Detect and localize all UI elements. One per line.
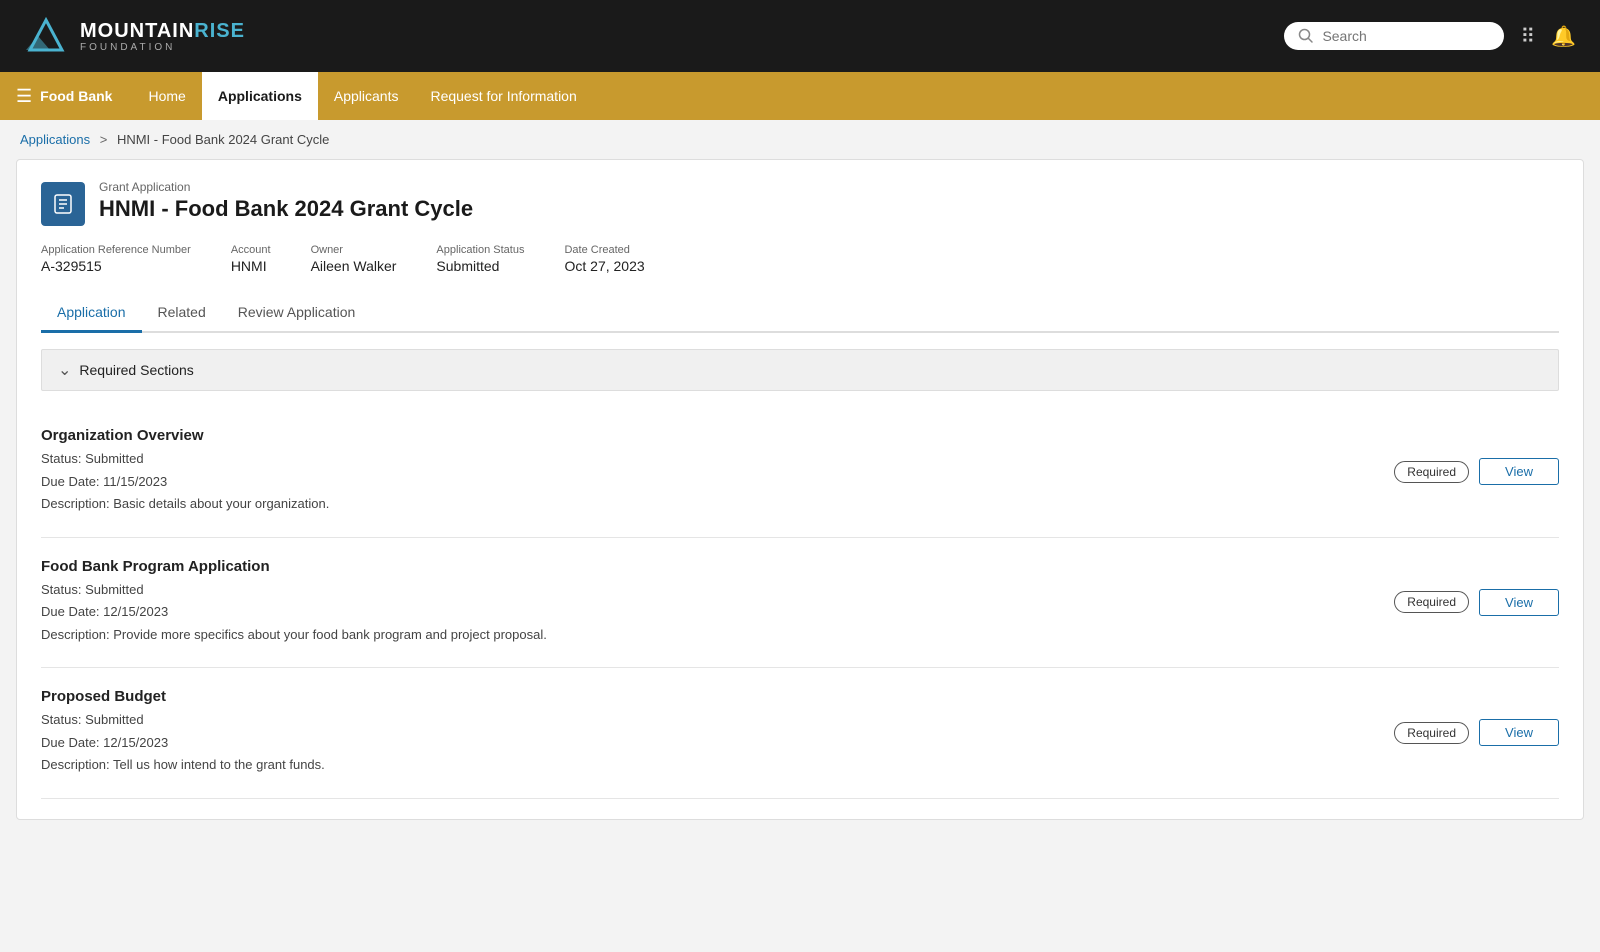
app-icon [41, 182, 85, 226]
meta-owner: Owner Aileen Walker [311, 244, 397, 274]
breadcrumb-separator: > [100, 132, 108, 147]
brand-sub: FOUNDATION [80, 42, 245, 53]
meta-status-value: Submitted [436, 258, 524, 274]
tab-application[interactable]: Application [41, 294, 142, 333]
meta-ref-num-value: A-329515 [41, 258, 191, 274]
meta-account-label: Account [231, 244, 271, 256]
badge-required-org-overview: Required [1394, 461, 1469, 483]
meta-owner-label: Owner [311, 244, 397, 256]
section-status-org-overview: Status: Submitted [41, 449, 329, 469]
grid-icon[interactable]: ⠿ [1520, 24, 1535, 49]
nav-item-rfi[interactable]: Request for Information [414, 72, 592, 120]
grant-title: HNMI - Food Bank 2024 Grant Cycle [99, 196, 473, 222]
logo-icon [24, 14, 68, 58]
main-card: Grant Application HNMI - Food Bank 2024 … [16, 159, 1584, 820]
notification-bell-icon[interactable]: 🔔 [1551, 24, 1576, 49]
badge-required-food-bank-program: Required [1394, 591, 1469, 613]
required-sections-label: Required Sections [79, 362, 193, 378]
nav-item-home[interactable]: Home [132, 72, 201, 120]
grant-label: Grant Application [99, 180, 473, 194]
meta-status: Application Status Submitted [436, 244, 524, 274]
top-nav-right: ⠿ 🔔 [1284, 22, 1576, 50]
app-header-text: Grant Application HNMI - Food Bank 2024 … [99, 180, 473, 222]
meta-date-created: Date Created Oct 27, 2023 [564, 244, 644, 274]
section-due-date-proposed-budget: Due Date: 12/15/2023 [41, 733, 325, 753]
logo-area: MOUNTAINRISE FOUNDATION [24, 14, 245, 58]
meta-owner-value: Aileen Walker [311, 258, 397, 274]
meta-row: Application Reference Number A-329515 Ac… [41, 244, 1559, 274]
top-navigation: MOUNTAINRISE FOUNDATION ⠿ 🔔 [0, 0, 1600, 72]
section-desc-food-bank-program: Description: Provide more specifics abou… [41, 625, 547, 645]
app-header: Grant Application HNMI - Food Bank 2024 … [41, 180, 1559, 226]
meta-date-created-label: Date Created [564, 244, 644, 256]
section-item-proposed-budget: Proposed Budget Status: Submitted Due Da… [41, 668, 1559, 799]
section-desc-org-overview: Description: Basic details about your or… [41, 494, 329, 514]
section-due-date-food-bank-program: Due Date: 12/15/2023 [41, 602, 547, 622]
section-item-org-overview-info: Organization Overview Status: Submitted … [41, 427, 329, 517]
section-desc-proposed-budget: Description: Tell us how intend to the g… [41, 755, 325, 775]
view-button-org-overview[interactable]: View [1479, 458, 1559, 485]
meta-date-created-value: Oct 27, 2023 [564, 258, 644, 274]
org-label: Food Bank [40, 88, 112, 104]
section-item-org-overview: Organization Overview Status: Submitted … [41, 407, 1559, 538]
meta-account-value: HNMI [231, 258, 271, 274]
document-list-icon [51, 192, 75, 216]
chevron-down-icon: ⌄ [58, 360, 71, 380]
tab-related[interactable]: Related [142, 294, 222, 333]
badge-required-proposed-budget: Required [1394, 722, 1469, 744]
tabs: Application Related Review Application [41, 294, 1559, 333]
nav-item-applications[interactable]: Applications [202, 72, 318, 120]
section-item-food-bank-program: Food Bank Program Application Status: Su… [41, 538, 1559, 669]
section-title-proposed-budget: Proposed Budget [41, 688, 325, 705]
section-title-org-overview: Organization Overview [41, 427, 329, 444]
meta-status-label: Application Status [436, 244, 524, 256]
section-title-food-bank-program: Food Bank Program Application [41, 558, 547, 575]
meta-account: Account HNMI [231, 244, 271, 274]
secondary-navigation: ☰ Food Bank Home Applications Applicants… [0, 72, 1600, 120]
brand-name: MOUNTAINRISE [80, 20, 245, 42]
tab-review-application[interactable]: Review Application [222, 294, 372, 333]
nav-item-applicants[interactable]: Applicants [318, 72, 415, 120]
required-sections-header[interactable]: ⌄ Required Sections [41, 349, 1559, 391]
section-item-proposed-budget-info: Proposed Budget Status: Submitted Due Da… [41, 688, 325, 778]
section-item-org-overview-actions: Required View [1394, 458, 1559, 485]
breadcrumb: Applications > HNMI - Food Bank 2024 Gra… [0, 120, 1600, 159]
search-icon [1298, 28, 1314, 44]
section-item-proposed-budget-actions: Required View [1394, 719, 1559, 746]
breadcrumb-current: HNMI - Food Bank 2024 Grant Cycle [117, 132, 329, 147]
meta-ref-num-label: Application Reference Number [41, 244, 191, 256]
hamburger-menu-icon[interactable]: ☰ [16, 86, 32, 107]
section-status-proposed-budget: Status: Submitted [41, 710, 325, 730]
meta-ref-num: Application Reference Number A-329515 [41, 244, 191, 274]
view-button-food-bank-program[interactable]: View [1479, 589, 1559, 616]
section-item-food-bank-program-actions: Required View [1394, 589, 1559, 616]
section-item-food-bank-program-info: Food Bank Program Application Status: Su… [41, 558, 547, 648]
section-status-food-bank-program: Status: Submitted [41, 580, 547, 600]
section-due-date-org-overview: Due Date: 11/15/2023 [41, 472, 329, 492]
logo-text: MOUNTAINRISE FOUNDATION [80, 20, 245, 53]
search-input[interactable] [1322, 28, 1490, 44]
view-button-proposed-budget[interactable]: View [1479, 719, 1559, 746]
breadcrumb-link-applications[interactable]: Applications [20, 132, 90, 147]
search-box[interactable] [1284, 22, 1504, 50]
